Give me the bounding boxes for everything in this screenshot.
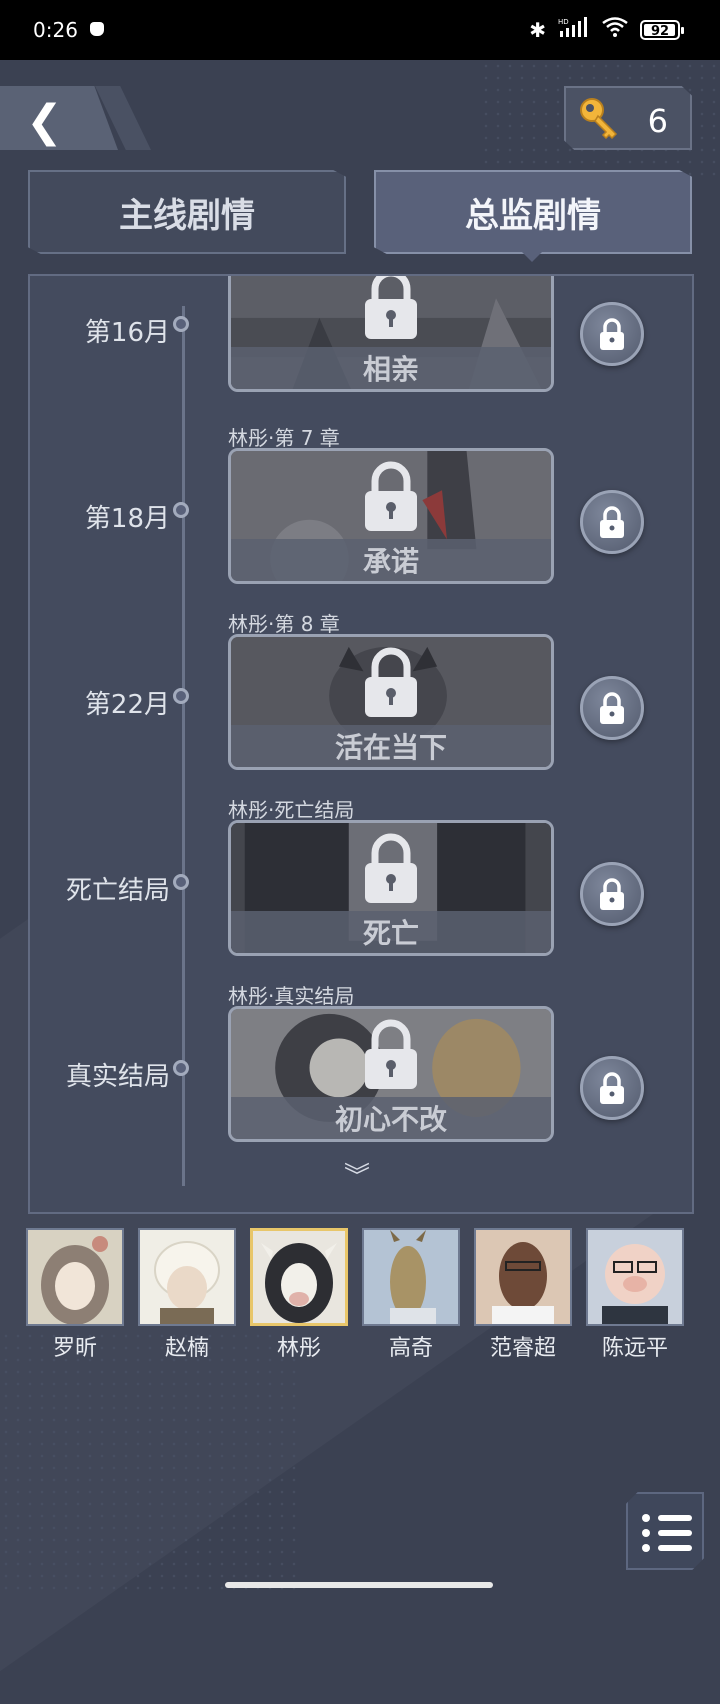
timeline-row: 林彤·第 7 章 第18月 承诺 [30,422,692,612]
status-time: 0:26 [33,18,78,42]
timeline-row: 林彤·真实结局 真实结局 初心不改 [30,980,692,1170]
padlock-icon [600,1072,624,1104]
battery-level: 92 [650,23,670,39]
character-item[interactable]: 范睿超 [474,1228,572,1362]
tab-main-story[interactable]: 主线剧情 [28,170,346,254]
background-dots [0,1330,300,1590]
timeline-row: 第16月 相亲 [30,276,692,392]
wifi-icon [602,17,628,42]
key-counter: 6 [564,86,692,150]
key-count: 6 [647,102,668,140]
story-card[interactable]: 承诺 [228,448,554,584]
unlock-button[interactable] [580,1056,644,1120]
story-card[interactable]: 死亡 [228,820,554,956]
status-bar: 0:26 ✱ HD 92 [0,0,720,60]
character-portrait [250,1228,348,1326]
unlock-button[interactable] [580,302,644,366]
story-card[interactable]: 初心不改 [228,1006,554,1142]
character-portrait [138,1228,236,1326]
padlock-icon [600,692,624,724]
story-caption: 林彤·真实结局 [228,984,355,1008]
character-name: 范睿超 [489,1336,556,1361]
lock-icon [365,276,417,339]
tab-director-story[interactable]: 总监剧情 [374,170,692,254]
unlock-button[interactable] [580,676,644,740]
lock-icon [365,833,417,903]
lock-icon [365,647,417,717]
character-item[interactable]: 陈远平 [586,1228,684,1362]
key-icon [580,98,618,140]
story-timeline-panel[interactable]: 第16月 相亲 林彤·第 7 章 第18月 承诺 林彤·第 8 章 第22月 活… [28,274,694,1214]
timeline-dot [173,688,189,704]
scroll-down-chevron-icon[interactable]: ︾ [344,1156,370,1193]
story-title: 承诺 [231,539,551,581]
story-caption: 林彤·死亡结局 [228,798,355,822]
padlock-icon [600,318,624,350]
character-portrait [474,1228,572,1326]
story-card[interactable]: 活在当下 [228,634,554,770]
character-name: 林彤 [276,1336,321,1361]
story-title: 相亲 [231,347,551,389]
hd-signal-icon: HD [558,17,590,42]
timeline-row: 林彤·死亡结局 死亡结局 死亡 [30,794,692,984]
status-icons: ✱ HD 92 [529,17,684,42]
bluetooth-icon: ✱ [529,17,546,42]
timeline-month: 第16月 [84,318,170,348]
timeline-dot [173,316,189,332]
character-portrait [586,1228,684,1326]
story-card[interactable]: 相亲 [228,276,554,392]
timeline-month: 第18月 [84,504,170,534]
character-portrait [362,1228,460,1326]
timeline-row: 林彤·第 8 章 第22月 活在当下 [30,608,692,798]
character-portrait [26,1228,124,1326]
padlock-icon [600,878,624,910]
character-selector: 罗昕 赵楠 林彤 高奇 范睿超 陈远平 [26,1228,694,1361]
character-name: 陈远平 [601,1336,668,1361]
character-item-selected[interactable]: 林彤 [250,1228,348,1362]
character-item[interactable]: 罗昕 [26,1228,124,1362]
character-item[interactable]: 高奇 [362,1228,460,1362]
story-title: 活在当下 [231,725,551,767]
battery-icon: 92 [640,19,684,40]
timeline-dot [173,502,189,518]
story-caption: 林彤·第 8 章 [228,612,340,636]
lock-icon [365,461,417,531]
character-name: 高奇 [388,1336,433,1361]
svg-text:HD: HD [558,18,569,26]
unlock-button[interactable] [580,490,644,554]
unlock-button[interactable] [580,862,644,926]
timeline-month: 第22月 [84,690,170,720]
character-name: 罗昕 [52,1336,97,1361]
timeline-dot [173,1060,189,1076]
timeline-dot [173,874,189,890]
padlock-icon [600,506,624,538]
story-title: 死亡 [231,911,551,953]
story-title: 初心不改 [231,1097,551,1139]
character-name: 赵楠 [164,1336,209,1361]
character-item[interactable]: 赵楠 [138,1228,236,1362]
notification-icon [90,22,104,36]
active-tab-pointer [522,252,542,262]
lock-icon [365,1019,417,1089]
timeline-month: 死亡结局 [65,876,170,906]
menu-button[interactable] [626,1492,704,1570]
story-caption: 林彤·第 7 章 [228,426,340,450]
timeline-month: 真实结局 [65,1062,170,1092]
back-arrow-icon: ❮ [26,96,63,147]
home-indicator[interactable] [225,1582,493,1588]
